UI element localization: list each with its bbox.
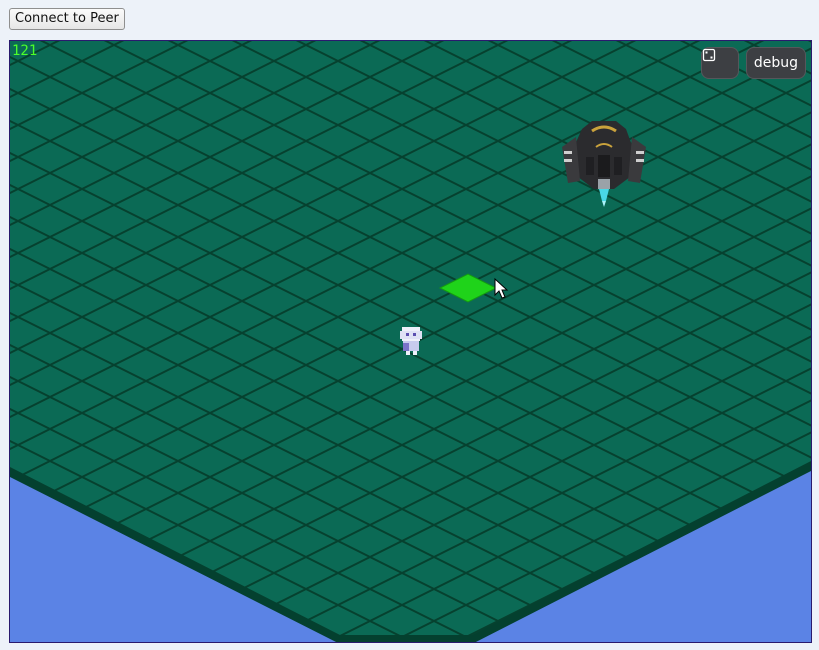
fullscreen-button[interactable] <box>701 47 739 79</box>
fullscreen-icon <box>702 48 716 62</box>
player-character <box>400 327 422 355</box>
isometric-map <box>10 41 811 642</box>
game-canvas[interactable]: 121 debug <box>9 40 812 643</box>
debug-button[interactable]: debug <box>746 47 806 79</box>
connect-to-peer-button[interactable]: Connect to Peer <box>9 8 125 30</box>
fps-counter: 121 <box>12 43 38 59</box>
